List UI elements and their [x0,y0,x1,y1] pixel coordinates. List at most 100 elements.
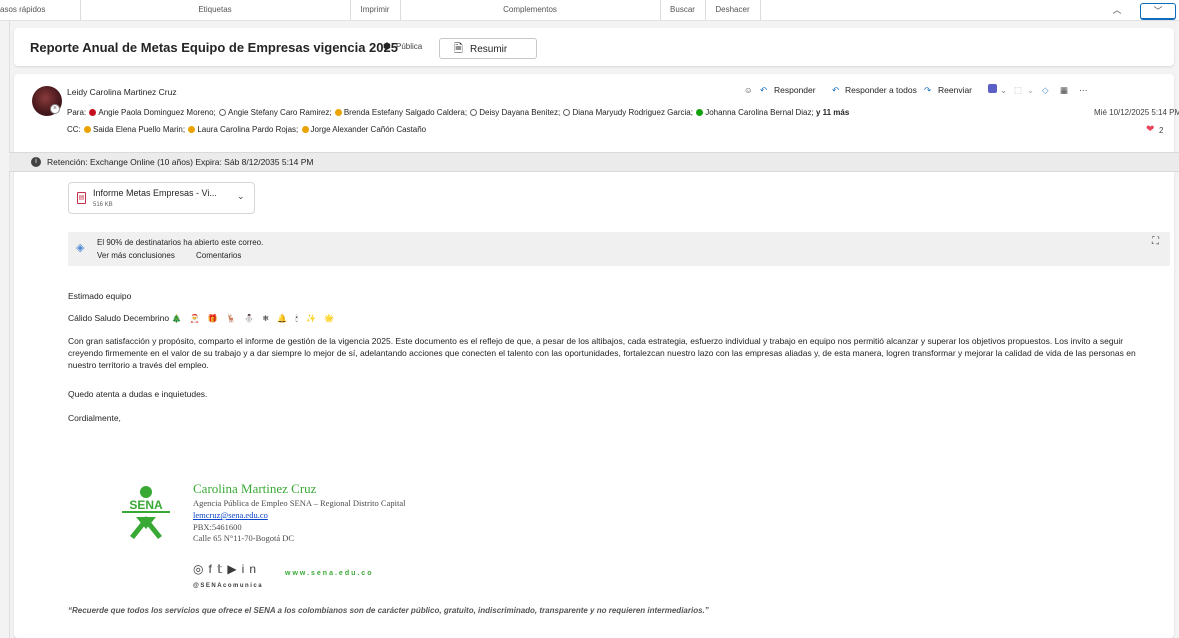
presence-away-icon [84,126,92,133]
more-recipients-link[interactable]: y 11 más [816,108,849,117]
reply-button[interactable]: Responder [774,85,816,95]
forward-button[interactable]: Reenviar [938,85,972,95]
to-label: Para: [67,108,87,117]
presence-offline-icon [219,109,226,116]
summarize-label: Resumir [470,44,508,55]
presence-away-icon [301,126,309,133]
insights-icon[interactable]: ◇ [1042,85,1049,96]
sender-name[interactable]: Leidy Carolina Martinez Cruz [67,87,177,97]
reaction-count: 2 [1159,126,1164,135]
chevron-down-icon[interactable]: ⌄ [1027,85,1034,96]
presence-offline-icon: × [50,104,60,114]
recipient[interactable]: Angie Stefany Caro Ramirez; [218,108,332,117]
chevron-down-icon[interactable]: ⌄ [237,191,245,202]
reply-all-button[interactable]: Responder a todos [845,85,917,95]
cc-label: CC: [67,125,81,134]
signature-email-link[interactable]: lemcruz@sena.edu.co [193,510,268,520]
insights-icon: ◈ [76,242,85,254]
visibility-label: Pública [396,42,423,51]
attachment-size: 516 KB [93,202,113,208]
attachment-card[interactable]: ▤ Informe Metas Empresas - Vi... 516 KB … [68,182,255,214]
left-navigation-edge [0,21,10,638]
ribbon-group-tags[interactable]: Etiquetas [80,0,351,20]
summarize-button[interactable]: 🗎 Resumir [439,38,537,59]
presence-away-icon [334,109,342,116]
recipient[interactable]: Laura Carolina Pardo Rojas; [187,125,298,134]
ribbon-group-search[interactable]: Buscar [660,0,706,20]
ribbon-group-label: Complementos [503,5,557,14]
youtube-icon[interactable]: ▶ [227,562,241,576]
signoff: Cordialmente, [68,413,121,423]
signature-name: Carolina Martinez Cruz [193,481,317,496]
recipient[interactable]: Deisy Dayana Benitez; [469,108,560,117]
chevron-down-icon[interactable]: ﹀ [1140,3,1176,20]
recipient-name: Brenda Estefany Salgado Caldera; [343,108,468,117]
recipient-name: Laura Carolina Pardo Rojas; [197,125,299,134]
more-options-icon[interactable]: ⋯ [1079,85,1088,96]
subject-header: Reporte Anual de Metas Equipo de Empresa… [14,28,1174,66]
expand-icon[interactable]: ⛶ [1152,236,1159,247]
recipient-name: Johanna Carolina Bernal Diaz; [705,108,814,117]
retention-text: Retención: Exchange Online (10 años) Exp… [47,157,314,167]
twitter-icon[interactable]: 𝕥 [217,562,228,576]
heart-reaction-icon[interactable]: ❤ [1146,124,1154,135]
recipient[interactable]: Brenda Estefany Salgado Caldera; [334,108,467,117]
ribbon-group-print[interactable]: Imprimir [350,0,401,20]
ribbon-group-undo[interactable]: Deshacer [705,0,761,20]
recipient-name: Angie Stefany Caro Ramirez; [228,108,332,117]
ribbon-group-quick-steps[interactable]: asos rápidos [0,0,81,20]
copilot-icon[interactable]: ⬚ [1014,85,1022,96]
summary-icon: 🗎 [454,43,463,55]
recipient-name: Deisy Dayana Benitez; [479,108,561,117]
closing-note: Quedo atenta a dudas e inquietudes. [68,389,208,399]
instagram-icon[interactable]: ◎ [193,562,208,576]
comments-link[interactable]: Comentarios [196,251,241,260]
info-icon: i [31,157,41,167]
presence-available-icon [696,109,704,116]
ribbon-group-label: Imprimir [360,5,390,14]
linkedin-icon[interactable]: in [242,562,261,576]
to-recipients: Para: Angie Paola Dominguez Moreno; Angi… [67,108,849,117]
pdf-file-icon: ▤ [77,192,86,204]
christmas-emojis: 🎄 🎅 🎁 🦌 ⛄ ❄ 🔔 🕯 ✨ 🌟 [171,314,338,323]
salute-line: Cálido Saludo Decembrino 🎄 🎅 🎁 🦌 ⛄ ❄ 🔔 🕯… [68,313,337,324]
sena-logo: SENA [122,486,170,539]
signature-website[interactable]: www.sena.edu.co [285,570,373,577]
shield-icon: ⬢ [383,41,391,51]
chevron-down-icon[interactable]: ⌄ [1000,85,1007,96]
greeting: Estimado equipo [68,291,132,301]
recipient[interactable]: Diana Maryudy Rodriguez Garcia; [562,108,693,117]
attachment-name: Informe Metas Empresas - Vi... [93,188,217,198]
recipient[interactable]: Jorge Alexander Cañón Castaño [301,125,426,134]
recipient[interactable]: Angie Paola Dominguez Moreno; [88,108,216,117]
recipient[interactable]: Saida Elena Puello Marin; [83,125,185,134]
salute-text: Cálido Saludo Decembrino [68,313,170,323]
presence-away-icon [188,126,196,133]
reply-all-icon: ↶ [832,85,840,95]
signature-quote: “Recuerde que todos los servicios que of… [68,606,709,615]
body-paragraph: Con gran satisfacción y propósito, compa… [68,336,1136,370]
signature-org: Agencia Pública de Empleo SENA – Regiona… [193,498,406,508]
recipient-name: Diana Maryudy Rodriguez Garcia; [572,108,693,117]
recipient-name: Saida Elena Puello Marin; [93,125,186,134]
signature-handle: @SENAcomunica [193,583,264,589]
ribbon-group-label: Etiquetas [198,5,232,14]
recipient-name: Angie Paola Dominguez Moreno; [98,108,216,117]
more-insights-link[interactable]: Ver más conclusiones [97,251,175,260]
ribbon-group-addins[interactable]: Complementos [400,0,661,20]
presence-busy-icon [89,109,97,116]
teams-share-icon[interactable] [988,84,997,93]
message-subject: Reporte Anual de Metas Equipo de Empresa… [30,40,398,55]
chevron-up-icon[interactable]: ︿ [1106,3,1128,17]
facebook-icon[interactable]: f [208,562,216,576]
recipient[interactable]: Johanna Carolina Bernal Diaz; [695,108,814,117]
emoji-reaction-icon[interactable]: ☺ [744,85,753,95]
message-date: Mié 10/12/2025 5:14 PM [1094,108,1179,117]
signature-phone: PBX:5461600 [193,522,242,532]
ribbon-group-label: Deshacer [715,5,750,14]
ribbon-group-label: Buscar [670,5,695,14]
immersive-reader-icon[interactable]: ▦ [1060,85,1068,96]
insight-text: El 90% de destinatarios ha abierto este … [97,238,264,247]
forward-icon: ↷ [924,85,932,95]
ribbon-group-label: asos rápidos [0,5,46,14]
